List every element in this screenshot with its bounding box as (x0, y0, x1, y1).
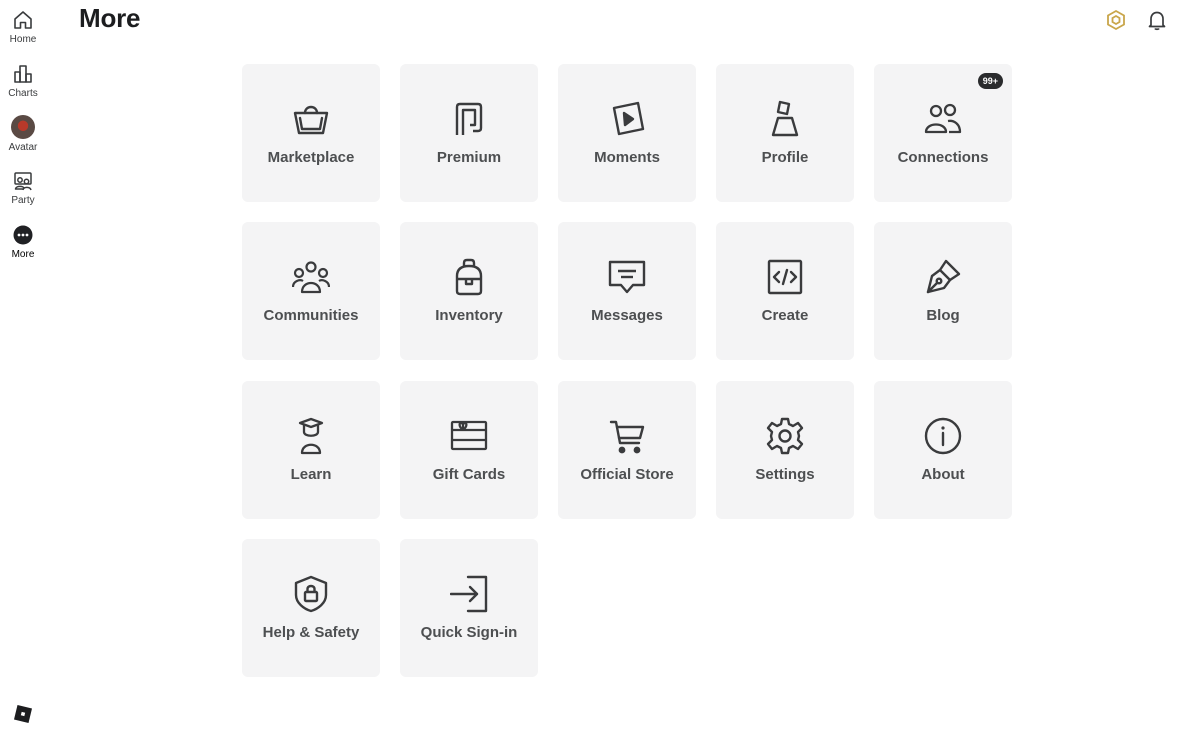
tile-label: Learn (290, 466, 332, 483)
avatar-icon (11, 115, 35, 139)
tile-messages[interactable]: Messages (558, 222, 696, 360)
tile-label: Gift Cards (432, 466, 506, 483)
tile-settings[interactable]: Settings (716, 381, 854, 519)
sidebar-item-label: Avatar (8, 142, 38, 153)
learn-icon (292, 417, 330, 455)
sidebar-item-label: Home (9, 34, 37, 45)
shield-lock-icon (292, 575, 330, 613)
bell-icon[interactable] (1146, 9, 1168, 31)
tile-moments[interactable]: Moments (558, 64, 696, 202)
tile-quick-sign-in[interactable]: Quick Sign-in (400, 539, 538, 677)
tile-label: Help & Safety (262, 624, 360, 641)
tile-label: Profile (761, 149, 809, 166)
tile-official-store[interactable]: Official Store (558, 381, 696, 519)
avatar (11, 115, 35, 139)
charts-icon (12, 63, 34, 85)
connections-icon (924, 100, 962, 138)
roblox-logo[interactable] (13, 704, 33, 724)
robux-icon[interactable] (1105, 9, 1127, 31)
tile-label: Messages (591, 307, 663, 324)
tile-profile[interactable]: Profile (716, 64, 854, 202)
tile-help-safety[interactable]: Help & Safety (242, 539, 380, 677)
tile-label: Moments (594, 149, 660, 166)
tile-label: Create (761, 307, 809, 324)
sidebar-item-label: More (11, 249, 35, 260)
tile-about[interactable]: About (874, 381, 1012, 519)
tile-inventory[interactable]: Inventory (400, 222, 538, 360)
tile-label: Connections (897, 149, 989, 166)
sidebar-item-label: Charts (8, 88, 38, 99)
tile-label: Official Store (580, 466, 674, 483)
home-icon (12, 9, 34, 31)
tile-label: About (921, 466, 965, 483)
tile-communities[interactable]: Communities (242, 222, 380, 360)
tile-gift-cards[interactable]: Gift Cards (400, 381, 538, 519)
code-icon (766, 258, 804, 296)
gear-icon (766, 417, 804, 455)
pen-icon (924, 258, 962, 296)
tile-connections[interactable]: 99+ Connections (874, 64, 1012, 202)
notification-badge: 99+ (977, 73, 1003, 89)
tile-label: Blog (926, 307, 960, 324)
sidebar-item-avatar[interactable]: Avatar (0, 115, 46, 161)
sidebar-item-party[interactable]: Party (0, 170, 46, 216)
premium-icon (450, 100, 488, 138)
tile-marketplace[interactable]: Marketplace (242, 64, 380, 202)
page-title: More (79, 3, 141, 33)
sidebar-item-label: Party (11, 195, 35, 206)
tile-blog[interactable]: Blog (874, 222, 1012, 360)
tile-premium[interactable]: Premium (400, 64, 538, 202)
party-icon (12, 170, 34, 192)
cart-icon (608, 417, 646, 455)
tile-label: Marketplace (267, 149, 355, 166)
tile-label: Communities (263, 307, 359, 324)
message-icon (608, 258, 646, 296)
tile-label: Quick Sign-in (420, 624, 518, 641)
tile-label: Premium (436, 149, 502, 166)
sidebar-item-more[interactable]: More (0, 224, 46, 270)
tile-learn[interactable]: Learn (242, 381, 380, 519)
info-icon (924, 417, 962, 455)
sign-in-icon (450, 575, 488, 613)
sidebar-item-charts[interactable]: Charts (0, 63, 46, 109)
profile-icon (766, 100, 804, 138)
sidebar: Home Charts Avatar Party More (0, 0, 46, 735)
shopping-bag-icon (292, 100, 330, 138)
backpack-icon (450, 258, 488, 296)
tile-label: Settings (755, 466, 815, 483)
tile-create[interactable]: Create (716, 222, 854, 360)
gift-card-icon (450, 417, 488, 455)
sidebar-item-home[interactable]: Home (0, 9, 46, 55)
moments-play-icon (608, 100, 646, 138)
tile-label: Inventory (435, 307, 503, 324)
more-icon (12, 224, 34, 246)
communities-icon (292, 258, 330, 296)
